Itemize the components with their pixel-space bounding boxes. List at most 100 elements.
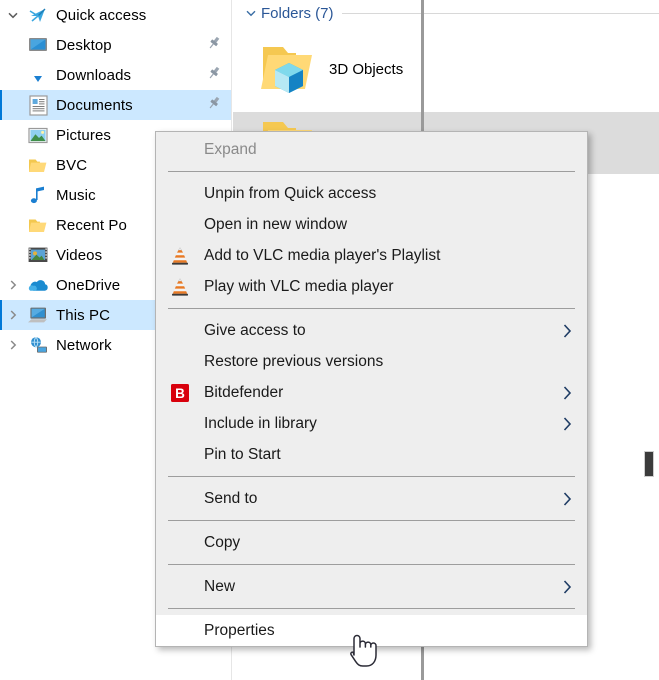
music-note-icon <box>26 185 50 205</box>
menu-item-icon-slot <box>156 413 204 435</box>
menu-item-open-in-new-window[interactable]: Open in new window <box>156 209 587 240</box>
menu-item-copy[interactable]: Copy <box>156 527 587 558</box>
menu-item-play-with-vlc-media-player[interactable]: Play with VLC media player <box>156 271 587 302</box>
menu-separator <box>168 520 575 521</box>
sidebar-item-documents[interactable]: Documents <box>0 90 231 120</box>
folder-icon <box>26 155 50 175</box>
folder-item-3d-objects[interactable]: 3D Objects <box>233 26 659 112</box>
desktop-icon <box>26 35 50 55</box>
menu-item-label: Add to VLC media player's Playlist <box>204 246 441 264</box>
this-pc-icon <box>26 305 50 325</box>
pictures-icon <box>26 125 50 145</box>
folder-3d-objects-icon <box>251 41 329 97</box>
menu-item-icon-slot <box>156 444 204 466</box>
sidebar-item-label: Recent Po <box>56 216 127 234</box>
folder-icon <box>26 215 50 235</box>
menu-item-bitdefender[interactable]: B Bitdefender <box>156 377 587 408</box>
menu-separator <box>168 476 575 477</box>
vlc-cone-icon <box>156 245 204 267</box>
menu-item-label: Unpin from Quick access <box>204 184 377 202</box>
menu-item-add-to-vlc-media-player-s-playlist[interactable]: Add to VLC media player's Playlist <box>156 240 587 271</box>
menu-separator <box>168 564 575 565</box>
sidebar-item-label: OneDrive <box>56 276 121 294</box>
star-pin-icon <box>26 5 50 25</box>
menu-item-icon-slot <box>156 214 204 236</box>
menu-item-expand: Expand <box>156 134 587 165</box>
menu-item-include-in-library[interactable]: Include in library <box>156 408 587 439</box>
menu-item-label: Play with VLC media player <box>204 277 394 295</box>
menu-item-icon-slot <box>156 488 204 510</box>
submenu-arrow-icon <box>547 322 587 340</box>
sidebar-item-label: Music <box>56 186 96 204</box>
menu-item-label: Send to <box>204 489 258 507</box>
menu-item-unpin-from-quick-access[interactable]: Unpin from Quick access <box>156 178 587 209</box>
menu-item-icon-slot <box>156 139 204 161</box>
submenu-arrow-icon <box>547 490 587 508</box>
submenu-arrow-icon <box>547 415 587 433</box>
menu-separator <box>168 608 575 609</box>
chevron-down-icon[interactable] <box>241 7 261 19</box>
bitdefender-icon: B <box>156 382 204 404</box>
downloads-arrow-icon <box>26 65 50 85</box>
menu-item-label: New <box>204 577 236 595</box>
sidebar-item-label: Videos <box>56 246 103 264</box>
onedrive-cloud-icon <box>26 275 50 295</box>
menu-separator <box>168 171 575 172</box>
menu-item-restore-previous-versions[interactable]: Restore previous versions <box>156 346 587 377</box>
folders-group-header[interactable]: Folders (7) <box>233 0 659 26</box>
menu-item-new[interactable]: New <box>156 571 587 602</box>
file-explorer-window: Quick access Desktop Downloads Documents Pic… <box>0 0 659 680</box>
sidebar-item-label: Quick access <box>56 6 147 24</box>
pin-icon[interactable] <box>206 95 222 115</box>
menu-item-icon-slot <box>156 183 204 205</box>
sidebar-item-label: Network <box>56 336 112 354</box>
videos-filmstrip-icon <box>26 245 50 265</box>
sidebar-item-downloads[interactable]: Downloads <box>0 60 231 90</box>
menu-item-icon-slot <box>156 620 204 642</box>
network-icon <box>26 335 50 355</box>
pin-icon[interactable] <box>206 35 222 55</box>
menu-item-label: Expand <box>204 140 257 158</box>
sidebar-item-label: Pictures <box>56 126 111 144</box>
menu-item-properties[interactable]: Properties <box>156 615 587 646</box>
menu-item-icon-slot <box>156 532 204 554</box>
submenu-arrow-icon <box>547 578 587 596</box>
submenu-arrow-icon <box>547 384 587 402</box>
svg-text:B: B <box>175 386 185 401</box>
documents-icon <box>26 94 50 116</box>
menu-item-label: Bitdefender <box>204 383 284 401</box>
menu-separator <box>168 308 575 309</box>
menu-item-send-to[interactable]: Send to <box>156 483 587 514</box>
menu-item-label: Restore previous versions <box>204 352 384 370</box>
menu-item-icon-slot <box>156 576 204 598</box>
folder-item-label: 3D Objects <box>329 60 404 78</box>
menu-item-label: Open in new window <box>204 215 348 233</box>
menu-item-label: Include in library <box>204 414 317 432</box>
chevron-right-icon[interactable] <box>0 309 26 321</box>
sidebar-item-quick-access[interactable]: Quick access <box>0 0 231 30</box>
chevron-right-icon[interactable] <box>0 279 26 291</box>
menu-item-pin-to-start[interactable]: Pin to Start <box>156 439 587 470</box>
menu-item-label: Properties <box>204 621 275 639</box>
vlc-cone-icon <box>156 276 204 298</box>
chevron-down-icon[interactable] <box>0 9 26 21</box>
sidebar-item-desktop[interactable]: Desktop <box>0 30 231 60</box>
menu-item-label: Give access to <box>204 321 306 339</box>
chevron-right-icon[interactable] <box>0 339 26 351</box>
sidebar-item-label: Documents <box>56 96 133 114</box>
context-menu-list[interactable]: Expand Unpin from Quick access Open in new… <box>156 134 587 646</box>
menu-item-icon-slot <box>156 351 204 373</box>
menu-item-give-access-to[interactable]: Give access to <box>156 315 587 346</box>
pin-icon[interactable] <box>206 65 222 85</box>
menu-item-label: Pin to Start <box>204 445 281 463</box>
sidebar-item-label: Downloads <box>56 66 132 84</box>
scrollbar-thumb[interactable] <box>644 451 654 477</box>
sidebar-item-label: BVC <box>56 156 88 174</box>
sidebar-item-label: This PC <box>56 306 111 324</box>
menu-item-icon-slot <box>156 320 204 342</box>
menu-item-label: Copy <box>204 533 241 551</box>
folders-group-label: Folders (7) <box>261 4 334 22</box>
group-divider-rule <box>341 12 659 14</box>
context-menu[interactable]: Expand Unpin from Quick access Open in new… <box>155 131 588 647</box>
sidebar-item-label: Desktop <box>56 36 112 54</box>
